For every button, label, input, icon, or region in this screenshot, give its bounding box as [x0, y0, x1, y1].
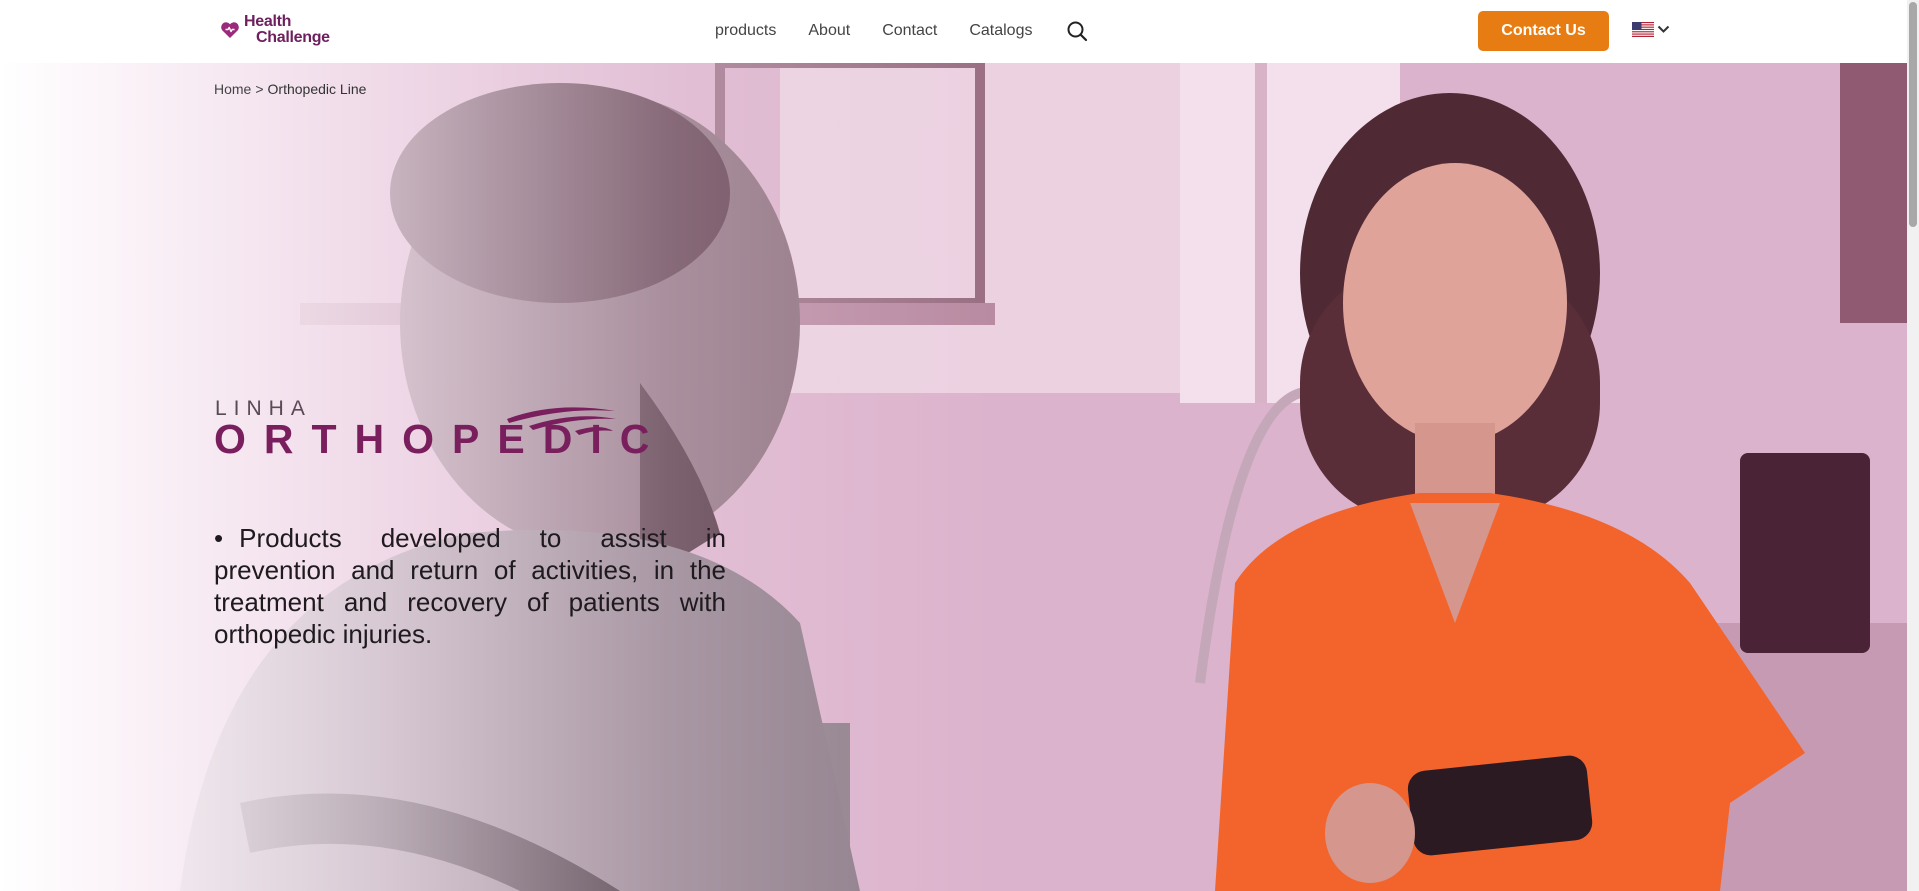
us-flag-icon: [1632, 22, 1654, 37]
hero-gradient-overlay: [0, 63, 1907, 891]
logo-line-2: Challenge: [256, 29, 330, 46]
breadcrumb-current: Orthopedic Line: [267, 81, 367, 97]
logo-text: Health Challenge: [244, 14, 330, 46]
heart-logo-icon: [221, 22, 239, 38]
page-scrollbar[interactable]: [1907, 0, 1919, 891]
contact-us-button[interactable]: Contact Us: [1478, 11, 1609, 51]
breadcrumb: Home > Orthopedic Line: [214, 81, 366, 97]
nav-catalogs[interactable]: Catalogs: [969, 20, 1032, 42]
nav-contact[interactable]: Contact: [882, 20, 937, 42]
breadcrumb-home-link[interactable]: Home: [214, 81, 251, 97]
chevron-down-icon: [1657, 25, 1670, 33]
logo[interactable]: Health Challenge: [220, 14, 330, 46]
product-description-text: Products developed to assist in preventi…: [214, 523, 726, 649]
logo-line-1: Health: [244, 13, 292, 30]
site-header: Health Challenge products About Contact …: [0, 0, 1907, 63]
scrollbar-thumb[interactable]: [1909, 2, 1917, 227]
nav-products[interactable]: products: [715, 20, 776, 42]
main-nav: products About Contact Catalogs: [715, 20, 1088, 42]
product-description: • Products developed to assist in prevent…: [214, 522, 726, 650]
bullet-point: •: [214, 523, 224, 553]
swoosh-logo-icon: [507, 407, 616, 435]
breadcrumb-separator: >: [255, 81, 264, 97]
hero-section: Home > Orthopedic Line LINHA ORTHOPEDIC • P…: [0, 63, 1907, 891]
language-selector[interactable]: [1632, 22, 1670, 37]
search-icon[interactable]: [1066, 20, 1088, 42]
nav-about[interactable]: About: [808, 20, 850, 42]
